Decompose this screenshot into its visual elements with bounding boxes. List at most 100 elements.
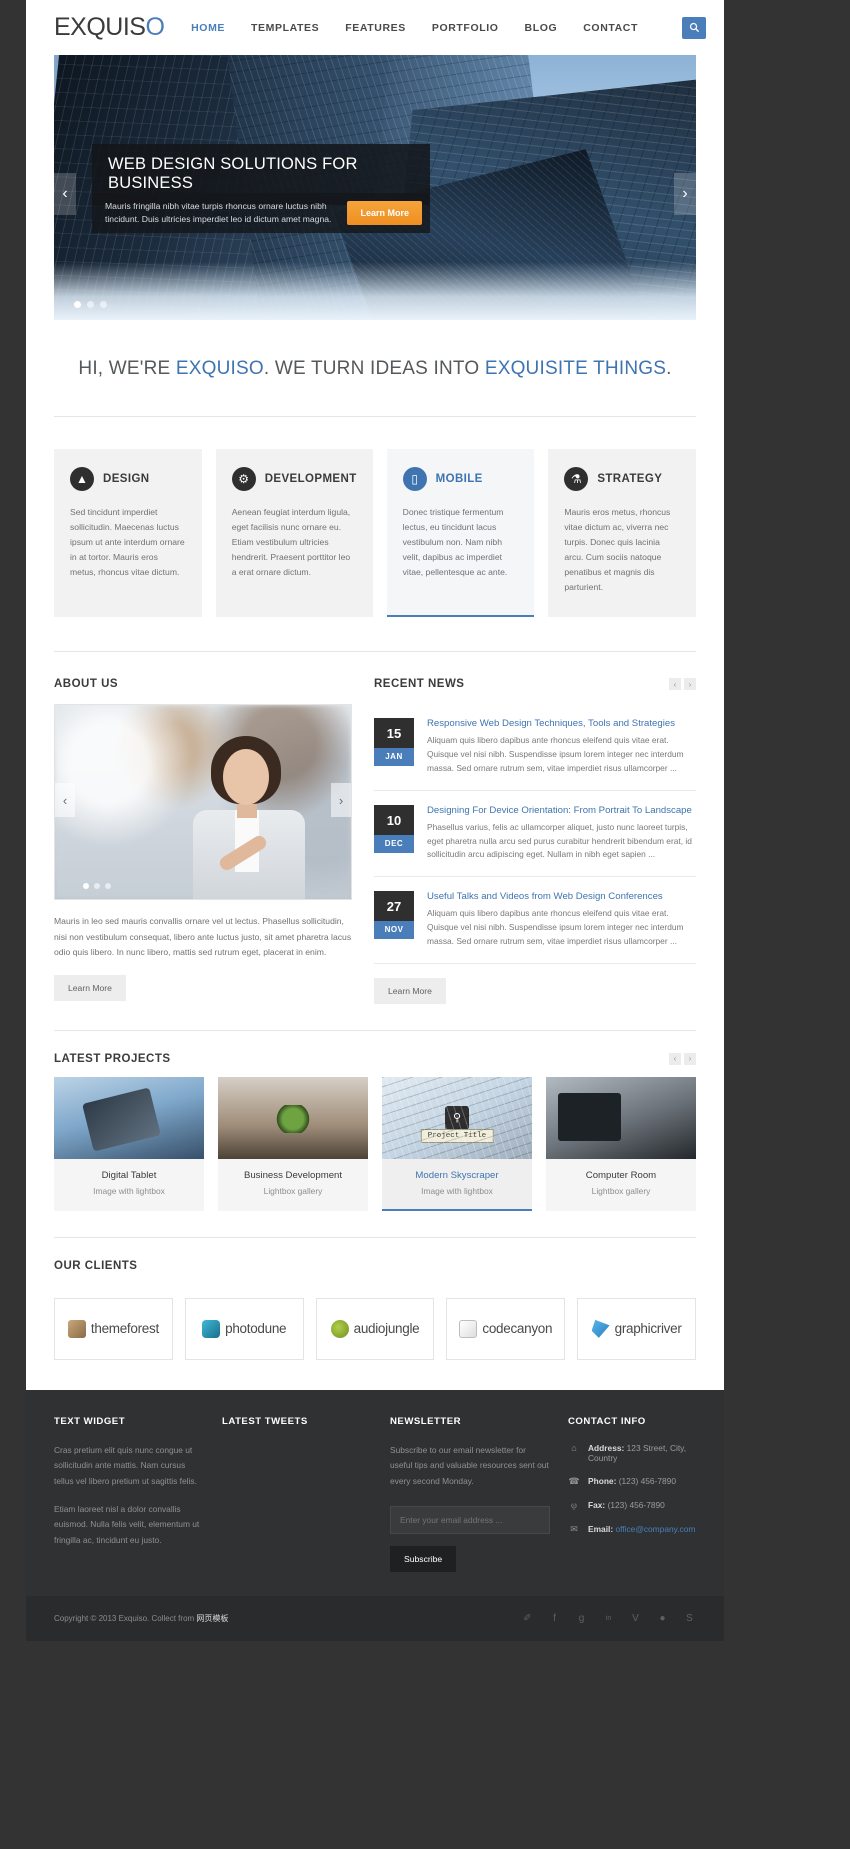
client-logo-photodune[interactable]: photodune xyxy=(184,1297,304,1360)
search-button[interactable] xyxy=(682,16,706,39)
nav-item-features[interactable]: FEATURES xyxy=(345,22,406,34)
about-next-arrow[interactable]: › xyxy=(331,783,351,818)
site-logo[interactable]: EXQUISO xyxy=(54,13,165,42)
about-slider[interactable]: ‹ › xyxy=(54,704,352,901)
graphicriver-icon xyxy=(591,1319,610,1338)
nav-item-templates[interactable]: TEMPLATES xyxy=(251,22,319,34)
projects-next-button[interactable]: › xyxy=(684,1052,696,1065)
tagline-brand: EXQUISO xyxy=(175,358,264,379)
skype-icon[interactable]: S xyxy=(683,1612,696,1625)
slider-dot-3[interactable] xyxy=(100,301,107,308)
dribbble-icon[interactable]: ● xyxy=(656,1612,669,1625)
project-thumbnail: ⚲ Project Title xyxy=(382,1076,532,1159)
service-card-development[interactable]: ⚙ DEVELOPMENT Aenean feugiat interdum li… xyxy=(215,449,373,618)
about-dot-1[interactable] xyxy=(83,883,89,890)
news-excerpt: Aliquam quis libero dapibus ante rhoncus… xyxy=(427,735,684,773)
project-card-digital-tablet[interactable]: Digital Tablet Image with lightbox xyxy=(54,1076,204,1211)
news-headline[interactable]: Useful Talks and Videos from Web Design … xyxy=(427,891,696,902)
news-prev-button[interactable]: ‹ xyxy=(669,678,681,691)
news-date: 15 JAN xyxy=(374,718,414,776)
project-subtitle: Lightbox gallery xyxy=(591,1185,651,1196)
client-name: graphicriver xyxy=(614,1321,682,1337)
home-icon: ⌂ xyxy=(571,1442,577,1453)
news-list-item[interactable]: 15 JAN Responsive Web Design Techniques,… xyxy=(374,704,696,791)
projects-prev-button[interactable]: ‹ xyxy=(669,1052,681,1065)
news-date: 10 DEC xyxy=(374,804,414,863)
about-prev-arrow[interactable]: ‹ xyxy=(55,783,75,818)
slider-dots[interactable] xyxy=(74,301,107,308)
about-dot-3[interactable] xyxy=(105,883,111,890)
newsletter-subscribe-button[interactable]: Subscribe xyxy=(390,1545,457,1572)
client-name: photodune xyxy=(225,1321,287,1337)
news-list-item[interactable]: 10 DEC Designing For Device Orientation:… xyxy=(374,791,696,878)
client-logo-themeforest[interactable]: themeforest xyxy=(54,1297,173,1360)
slider-dot-2[interactable] xyxy=(87,301,94,308)
project-thumbnail xyxy=(218,1076,368,1159)
compass-icon: ▲ xyxy=(70,467,94,491)
service-header: ⚙ DEVELOPMENT xyxy=(231,467,357,491)
service-card-design[interactable]: ▲ DESIGN Sed tincidunt imperdiet sollici… xyxy=(54,449,202,618)
news-list-item[interactable]: 27 NOV Useful Talks and Videos from Web … xyxy=(374,877,696,964)
nav-item-contact[interactable]: CONTACT xyxy=(583,22,638,34)
client-logo-audiojungle[interactable]: audiojungle xyxy=(315,1297,435,1360)
news-month: NOV xyxy=(374,921,414,940)
magnifier-icon[interactable]: ⚲ xyxy=(445,1105,469,1130)
project-subtitle: Image with lightbox xyxy=(93,1185,165,1196)
audiojungle-icon xyxy=(330,1319,349,1338)
mobile-icon: ▯ xyxy=(402,467,427,491)
contact-label: Address: xyxy=(588,1442,625,1453)
service-header: ▯ MOBILE xyxy=(402,467,519,491)
slider-cta-button[interactable]: Learn More xyxy=(347,201,422,225)
nav-item-home[interactable]: HOME xyxy=(191,22,225,34)
contact-row-fax: ⍹ Fax: (123) 456-7890 xyxy=(568,1500,696,1511)
news-header: RECENT NEWS ‹ › xyxy=(374,678,696,691)
client-logo-graphicriver[interactable]: graphicriver xyxy=(577,1297,696,1360)
contact-row-address: ⌂ Address: 123 Street, City, Country xyxy=(568,1443,696,1463)
about-dot-2[interactable] xyxy=(94,883,100,890)
slider-next-arrow[interactable]: › xyxy=(674,173,696,215)
project-hover-overlay[interactable]: ⚲ xyxy=(382,1076,532,1159)
googleplus-icon[interactable]: g xyxy=(575,1612,588,1625)
about-dots[interactable] xyxy=(83,883,111,890)
news-headline[interactable]: Designing For Device Orientation: From P… xyxy=(427,805,696,816)
news-body: Responsive Web Design Techniques, Tools … xyxy=(427,718,696,776)
project-subtitle: Image with lightbox xyxy=(421,1185,493,1196)
about-learn-more-button[interactable]: Learn More xyxy=(54,974,126,1001)
copyright-text: Copyright © 2013 Exquiso. Collect from xyxy=(54,1613,197,1623)
news-column: RECENT NEWS ‹ › 15 JAN Responsive Web De… xyxy=(374,678,696,1004)
footer-text-widget-title: TEXT WIDGET xyxy=(54,1415,126,1427)
client-logo-codecanyon[interactable]: codecanyon xyxy=(446,1297,566,1360)
slider-cloud-band xyxy=(54,262,696,320)
contact-label: Phone: xyxy=(588,1475,617,1486)
vimeo-icon[interactable]: V xyxy=(629,1612,642,1625)
linkedin-icon[interactable]: in xyxy=(602,1612,615,1625)
contact-email-link[interactable]: office@company.com xyxy=(615,1524,695,1534)
project-card-business-development[interactable]: Business Development Lightbox gallery xyxy=(218,1076,368,1211)
news-learn-more-button[interactable]: Learn More xyxy=(374,977,446,1004)
slider-dot-1[interactable] xyxy=(74,301,81,308)
project-card-computer-room[interactable]: Computer Room Lightbox gallery xyxy=(546,1076,696,1211)
news-next-button[interactable]: › xyxy=(684,678,696,691)
tagline-highlight: EXQUISITE THINGS xyxy=(484,358,667,379)
gear-icon: ⚙ xyxy=(231,467,256,491)
nav-item-portfolio[interactable]: PORTFOLIO xyxy=(432,22,499,34)
page-right-gutter xyxy=(824,0,850,1849)
twitter-icon[interactable]: ✐ xyxy=(521,1612,534,1625)
news-headline[interactable]: Responsive Web Design Techniques, Tools … xyxy=(427,718,696,729)
newsletter-email-input[interactable] xyxy=(390,1505,550,1534)
footer-newsletter-title: NEWSLETTER xyxy=(390,1415,462,1427)
contact-label: Fax: xyxy=(588,1499,606,1510)
news-month: JAN xyxy=(374,748,414,767)
project-caption: Modern Skyscraper Image with lightbox xyxy=(382,1159,532,1209)
service-card-strategy[interactable]: ⚗ STRATEGY Mauris eros metus, rhoncus vi… xyxy=(548,449,696,618)
news-title: RECENT NEWS xyxy=(374,678,465,691)
facebook-icon[interactable]: f xyxy=(548,1612,561,1625)
contact-value: (123) 456-7890 xyxy=(607,1499,665,1510)
service-card-mobile[interactable]: ▯ MOBILE Donec tristique fermentum lectu… xyxy=(386,449,535,618)
hero-slider[interactable]: WEB DESIGN SOLUTIONS FOR BUSINESS Mauris… xyxy=(54,55,696,320)
service-body: Aenean feugiat interdum ligula, eget fac… xyxy=(231,507,351,578)
slider-prev-arrow[interactable]: ‹ xyxy=(54,173,76,215)
project-card-modern-skyscraper[interactable]: ⚲ Project Title Modern Skyscraper Image … xyxy=(382,1076,532,1211)
service-title: DEVELOPMENT xyxy=(264,473,357,485)
nav-item-blog[interactable]: BLOG xyxy=(525,22,558,34)
